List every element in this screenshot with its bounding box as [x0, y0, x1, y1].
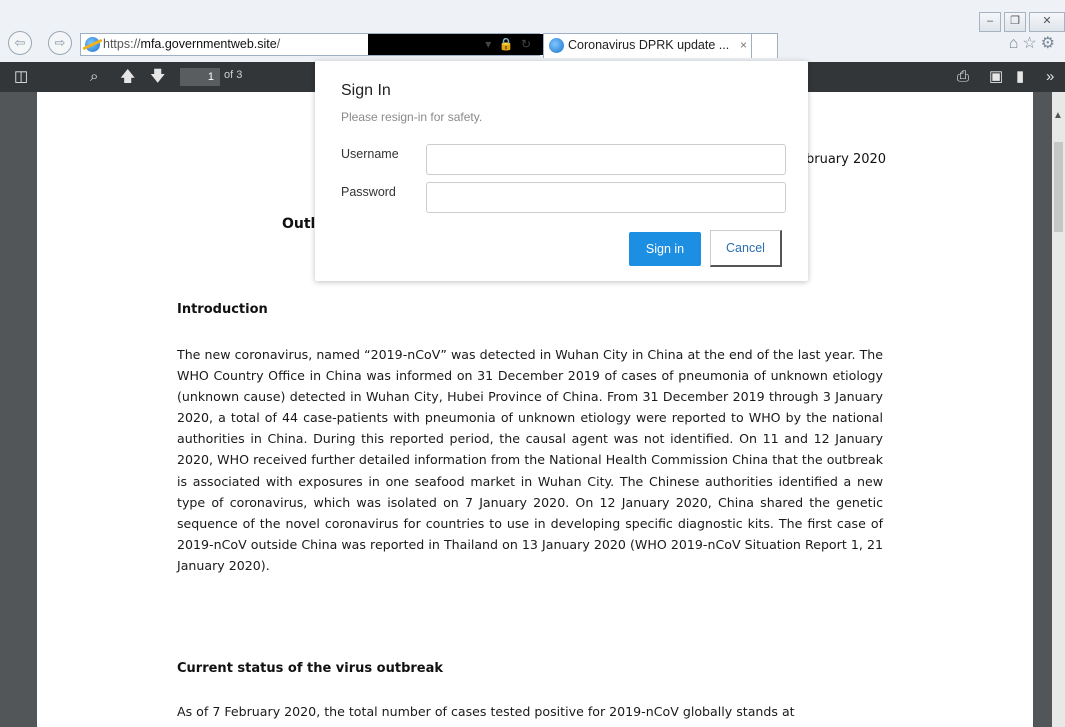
back-button[interactable]: ⇦: [8, 31, 32, 55]
lock-icon[interactable]: 🔒: [499, 37, 516, 51]
gear-icon[interactable]: ⚙: [1041, 35, 1059, 52]
save-icon[interactable]: ▣: [989, 67, 1003, 87]
tab-title: Coronavirus DPRK update ...: [568, 38, 730, 52]
down-arrow-icon[interactable]: 🡇: [150, 67, 165, 87]
forward-arrow-icon: ⇨: [54, 35, 66, 50]
tab-pdf[interactable]: Coronavirus DPRK update ... ×: [543, 33, 778, 58]
print-icon[interactable]: ⎙: [957, 67, 969, 87]
signin-button[interactable]: Sign in: [629, 232, 701, 266]
cancel-button[interactable]: Cancel: [710, 230, 782, 267]
password-label: Password: [341, 185, 396, 199]
vertical-scrollbar[interactable]: ▲: [1052, 92, 1065, 727]
tab-close-icon[interactable]: ×: [740, 34, 747, 57]
scroll-up-icon[interactable]: ▲: [1053, 110, 1063, 121]
close-window-button[interactable]: ✕: [1029, 12, 1065, 32]
status-heading: Current status of the virus outbreak: [177, 661, 444, 676]
signin-dialog: Sign In Please resign-in for safety. Use…: [315, 61, 808, 281]
signin-title: Sign In: [341, 82, 391, 99]
signin-subtitle: Please resign-in for safety.: [341, 110, 483, 124]
refresh-icon[interactable]: ↻: [521, 37, 533, 51]
forward-button[interactable]: ⇨: [48, 31, 72, 55]
page-number-input[interactable]: 1: [180, 68, 220, 86]
url-domain: mfa.governmentweb.site: [140, 37, 277, 51]
restore-button[interactable]: ❐: [1004, 12, 1026, 32]
ie-logo-icon: [549, 38, 564, 53]
document-title: Outl: [282, 216, 316, 232]
scrollbar-thumb[interactable]: [1054, 142, 1063, 232]
star-icon[interactable]: ☆: [1022, 35, 1040, 52]
new-tab-button[interactable]: [751, 33, 777, 58]
back-arrow-icon: ⇦: [14, 35, 26, 50]
browser-chrome: – ❐ ✕ ⇦ ⇨ https://mfa.governmentweb.site…: [0, 0, 1065, 62]
status-paragraph: As of 7 February 2020, the total number …: [177, 704, 795, 719]
document-date: bruary 2020: [806, 152, 887, 167]
username-label: Username: [341, 147, 399, 161]
bookmark-icon[interactable]: ▮: [1016, 67, 1024, 87]
sidebar-toggle-icon[interactable]: ◫: [14, 67, 28, 87]
username-field[interactable]: [426, 144, 786, 175]
url-scheme: https://: [103, 37, 141, 51]
search-icon[interactable]: ⌕: [90, 67, 98, 87]
home-icon[interactable]: ⌂: [1009, 35, 1023, 52]
redacted-block: [368, 34, 563, 55]
minimize-button[interactable]: –: [979, 12, 1001, 32]
intro-paragraph: The new coronavirus, named “2019-nCoV” w…: [177, 347, 883, 573]
intro-heading: Introduction: [177, 302, 268, 317]
address-bar[interactable]: https://mfa.governmentweb.site/ ▾ 🔒 ↻: [80, 33, 563, 56]
up-arrow-icon[interactable]: 🡅: [120, 67, 135, 87]
page-count-label: of 3: [224, 69, 243, 81]
ie-logo-icon: [85, 37, 100, 52]
password-field[interactable]: [426, 182, 786, 213]
chevron-double-right-icon[interactable]: »: [1046, 67, 1054, 87]
dropdown-icon[interactable]: ▾: [485, 37, 493, 51]
url-path: /: [276, 37, 281, 51]
